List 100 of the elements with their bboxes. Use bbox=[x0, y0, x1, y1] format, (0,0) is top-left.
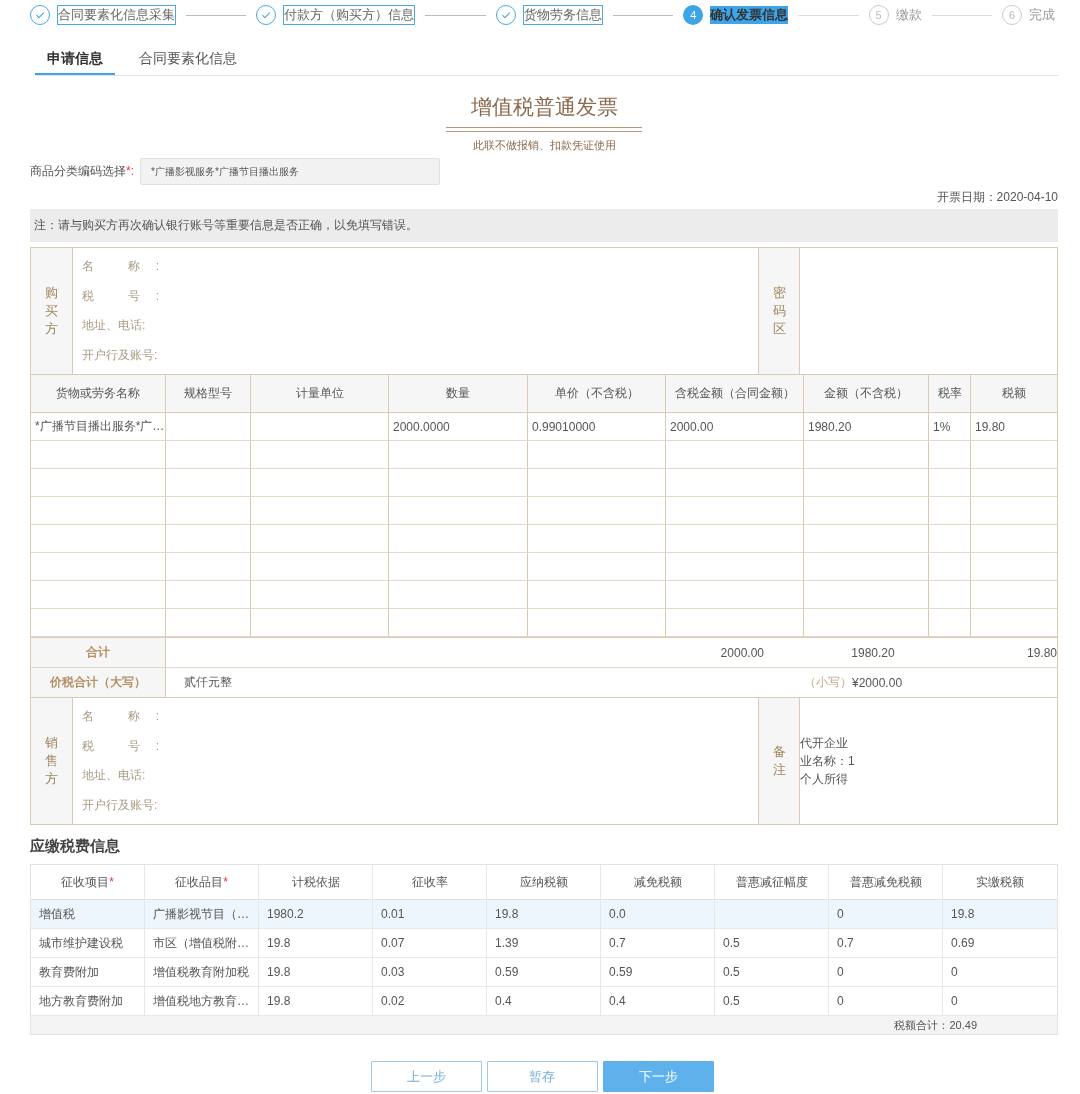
section-label: 购买方 bbox=[45, 283, 58, 339]
step-number: 4 bbox=[683, 5, 704, 25]
table-cell: 19.8 bbox=[259, 987, 373, 1015]
field-label: 商品分类编码选择*: bbox=[30, 163, 134, 180]
table-cell: 0.0 bbox=[601, 900, 715, 928]
table-cell: 0.5 bbox=[715, 958, 829, 986]
table-row[interactable]: 地方教育费附加 增值税地方教育… 19.8 0.02 0.4 0.4 0.5 0 0 bbox=[31, 987, 1057, 1016]
table-cell: 0.01 bbox=[373, 900, 487, 928]
column-header: 货物或劳务名称 bbox=[31, 375, 166, 413]
table-cell: 0.07 bbox=[373, 929, 487, 957]
table-cell: 市区（增值税附… bbox=[145, 929, 259, 957]
amount-in-words: 贰仟元整 bbox=[184, 674, 233, 691]
table-cell: 1980.20 bbox=[804, 413, 929, 441]
table-cell: 19.8 bbox=[259, 929, 373, 957]
table-cell: 0.59 bbox=[601, 958, 715, 986]
field-label: （小写） bbox=[804, 674, 852, 691]
table-cell: 0.7 bbox=[601, 929, 715, 957]
table-cell: 2000.00 bbox=[666, 413, 804, 441]
table-cell: 0 bbox=[829, 987, 943, 1015]
table-cell-text: 0.69 bbox=[950, 935, 976, 952]
row-label: 价税合计（大写） bbox=[31, 668, 166, 697]
table-cell: 0.99010000 bbox=[528, 413, 666, 441]
table-cell: 0 bbox=[829, 900, 943, 928]
table-cell: 增值税地方教育… bbox=[145, 987, 259, 1015]
field-label: 开户行及账号: bbox=[82, 796, 159, 814]
table-row[interactable]: 城市维护建设税 市区（增值税附… 19.8 0.07 1.39 0.7 0.5 0.7 0.69 bbox=[31, 929, 1057, 958]
table-cell: 城市维护建设税 bbox=[31, 929, 145, 957]
row-label: 合计 bbox=[31, 638, 166, 667]
table-cell: 0.7 bbox=[829, 929, 943, 957]
table-cell-text: 0 bbox=[950, 964, 959, 981]
column-header: 含税金额（合同金额） bbox=[666, 375, 804, 413]
table-cell: 0 bbox=[829, 958, 943, 986]
table-cell bbox=[929, 441, 971, 469]
field-label: 开户行及账号: bbox=[82, 346, 159, 364]
table-cell: 0.4 bbox=[601, 987, 715, 1015]
section-label: 销售方 bbox=[45, 733, 58, 789]
table-cell bbox=[929, 553, 971, 581]
column-header: 数量 bbox=[389, 375, 528, 413]
field-label: 地址、电话: bbox=[82, 317, 147, 335]
invoice-subtitle: 此联不做报销、扣款凭证使用 bbox=[472, 138, 616, 153]
product-code-field[interactable]: *广播影视服务*广播节目播出服务 bbox=[140, 158, 440, 185]
tab[interactable]: 合同要素化信息 bbox=[127, 44, 249, 75]
column-header: 计量单位 bbox=[251, 375, 389, 413]
issue-date: 开票日期：2020-04-10 bbox=[936, 190, 1058, 204]
step-label: 货物劳务信息 bbox=[522, 5, 603, 25]
step-label: 缴款 bbox=[895, 6, 922, 24]
table-cell: 1.39 bbox=[487, 929, 601, 957]
total-tax: 19.80 bbox=[1025, 645, 1057, 660]
total-amount: 1980.20 bbox=[850, 645, 896, 660]
section-title: 应缴税费信息 bbox=[30, 837, 121, 856]
field-label: 税 号: bbox=[82, 287, 159, 305]
step-label: 完成 bbox=[1029, 6, 1056, 24]
section-label: 备注 bbox=[772, 742, 786, 779]
table-cell: 19.8 bbox=[259, 958, 373, 986]
table-row[interactable]: 增值税 广播影视节目（… 1980.2 0.01 19.8 0.0 0 19.8 bbox=[31, 900, 1057, 929]
column-header: 税率 bbox=[929, 375, 971, 413]
table-cell-text: 19.8 bbox=[950, 906, 976, 923]
table-cell: 1% bbox=[929, 413, 971, 441]
table-cell-text: 0 bbox=[950, 993, 959, 1010]
table-cell: 19.8 bbox=[487, 900, 601, 928]
table-cell: 2000.0000 bbox=[389, 413, 528, 441]
remark-text: 代开企业 bbox=[800, 735, 849, 752]
field-label: 名 称: bbox=[82, 708, 159, 726]
table-cell: 0.4 bbox=[487, 987, 601, 1015]
tab[interactable]: 申请信息 bbox=[35, 44, 115, 75]
table-cell: 增值税教育附加税 bbox=[145, 958, 259, 986]
step-label: 确认发票信息 bbox=[710, 6, 789, 24]
table-cell: 1980.2 bbox=[259, 900, 373, 928]
column-header: 税额 bbox=[971, 375, 1057, 413]
table-cell: 0.02 bbox=[373, 987, 487, 1015]
tax-total: 税额合计：20.49 bbox=[894, 1017, 977, 1033]
table-cell: 0.5 bbox=[715, 987, 829, 1015]
table-cell: 广播影视节目（… bbox=[145, 900, 259, 928]
invoice-title: 增值税普通发票 bbox=[470, 94, 618, 120]
table-cell bbox=[929, 525, 971, 553]
table-cell: *广播节目播出服务*广… bbox=[31, 413, 166, 441]
remark-text: 个人所得 bbox=[800, 771, 849, 788]
column-header: 规格型号 bbox=[166, 375, 251, 413]
table-cell: 0.59 bbox=[487, 958, 601, 986]
remark-text: 业名称：1 bbox=[800, 753, 856, 770]
field-label: 名 称: bbox=[82, 258, 159, 276]
notice-text: 注：请与购买方再次确认银行账号等重要信息是否正确，以免填写错误。 bbox=[34, 217, 418, 234]
column-header: 单价（不含税） bbox=[528, 375, 666, 413]
table-cell: 教育费附加 bbox=[31, 958, 145, 986]
table-cell bbox=[929, 581, 971, 609]
table-cell: 19.80 bbox=[971, 413, 1057, 441]
table-cell: 增值税 bbox=[31, 900, 145, 928]
section-label: 密码区 bbox=[772, 283, 786, 339]
step-label: 合同要素化信息采集 bbox=[57, 5, 176, 25]
table-cell: 地方教育费附加 bbox=[31, 987, 145, 1015]
table-cell bbox=[929, 469, 971, 497]
field-label: 税 号: bbox=[82, 737, 159, 755]
column-header: 金额（不含税） bbox=[804, 375, 929, 413]
step-label: 付款方（购买方）信息 bbox=[283, 5, 416, 25]
table-cell bbox=[929, 497, 971, 525]
table-cell: 0.5 bbox=[715, 929, 829, 957]
amount-in-figures: ¥2000.00 bbox=[852, 675, 903, 690]
table-row[interactable]: 教育费附加 增值税教育附加税 19.8 0.03 0.59 0.59 0.5 0 0 bbox=[31, 958, 1057, 987]
total-amount: 2000.00 bbox=[719, 645, 765, 660]
table-cell: 0.03 bbox=[373, 958, 487, 986]
